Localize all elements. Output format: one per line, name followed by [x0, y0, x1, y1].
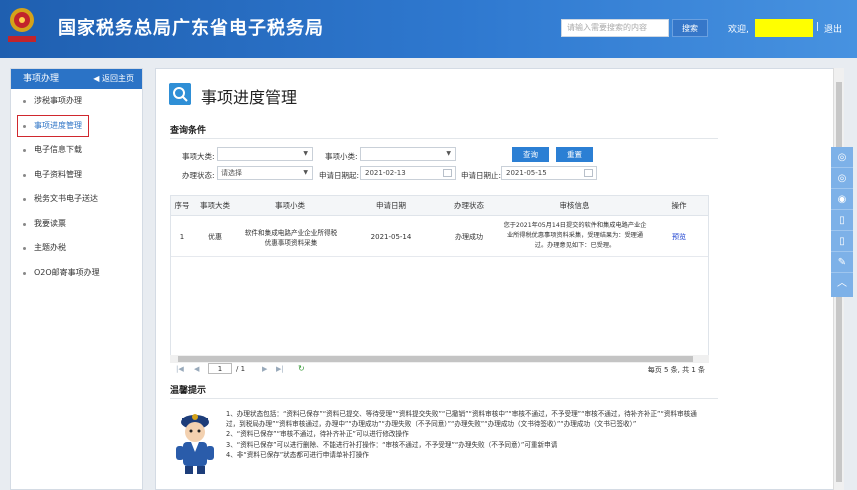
- query-button[interactable]: 查询: [512, 147, 549, 162]
- tip-item: 2、“资料已保存”“审核不通过，待补齐补正”可以进行修改操作: [226, 430, 409, 439]
- back-icon: ◀: [93, 74, 102, 83]
- header-separator: |: [816, 22, 820, 32]
- reset-button[interactable]: 重置: [556, 147, 593, 162]
- welcome-label: 欢迎,: [728, 25, 749, 35]
- tips-list: 1、办理状态包括：“资料已保存”“资料已提交、等待受理”“资料提交失败”“已撤销…: [226, 409, 708, 460]
- phone-icon[interactable]: ▯: [831, 210, 853, 231]
- divider: [170, 138, 718, 139]
- next-page-icon[interactable]: ▶: [262, 365, 267, 373]
- row-major: 优惠: [208, 233, 222, 241]
- horizontal-scrollbar[interactable]: [170, 355, 709, 363]
- tip-item: 4、非“资料已保存”状态都可进行申请单补打操作: [226, 450, 369, 459]
- column-header: 申请日期: [343, 196, 439, 216]
- divider: [170, 398, 718, 399]
- pager-summary: 每页 5 条, 共 1 条: [647, 366, 705, 374]
- officer-icon: [176, 414, 214, 474]
- site-title: 国家税务总局广东省电子税务局: [58, 18, 324, 39]
- chat-icon[interactable]: ◎: [831, 147, 853, 168]
- total-pages: / 1: [236, 365, 246, 373]
- calendar-icon: [584, 169, 593, 177]
- chevron-down-icon: ▼: [303, 169, 308, 176]
- tip-item: 3、“资料已保存”可以进行删除、不能进行补打操作：“审核不通过，不予受理”“办理…: [226, 440, 558, 449]
- row-date: 2021-05-14: [370, 233, 412, 241]
- chat-icon[interactable]: ◎: [831, 168, 853, 189]
- mobile-icon[interactable]: ▯: [831, 231, 853, 252]
- sidebar-title: 事项办理: [23, 74, 60, 84]
- sidebar-item-documents[interactable]: 电子资料管理: [11, 163, 142, 188]
- end-date-input[interactable]: 2021-05-15: [501, 166, 597, 180]
- end-date-label: 申请日期止:: [461, 171, 502, 180]
- minor-select[interactable]: ▼: [360, 147, 456, 161]
- prev-page-icon[interactable]: ◀: [194, 365, 199, 373]
- page-number-input[interactable]: 1: [208, 363, 232, 374]
- up-icon[interactable]: ︿: [831, 273, 853, 294]
- sidebar-item-tickets[interactable]: 我要读票: [11, 212, 142, 237]
- start-date-label: 申请日期起:: [319, 171, 360, 180]
- weibo-icon[interactable]: ◉: [831, 189, 853, 210]
- username-highlight: [755, 19, 813, 37]
- column-header: 事项大类: [193, 196, 237, 216]
- back-home-link[interactable]: ◀ 返回主页: [93, 69, 134, 89]
- sidebar-item-delivery[interactable]: 税务文书电子送达: [11, 187, 142, 212]
- row-status: 办理成功: [455, 233, 483, 241]
- page-title: 事项进度管理: [201, 88, 298, 107]
- row-minor: 软件和集成电路产业企业所得税优惠事项资料采集: [244, 229, 338, 247]
- major-select[interactable]: ▼: [217, 147, 313, 161]
- header-bar: 国家税务总局广东省电子税务局 请输入需要搜索的内容 搜索 欢迎, | 退出: [0, 0, 857, 58]
- search-icon: [169, 83, 191, 105]
- chevron-down-icon: ▼: [303, 150, 308, 157]
- row-number: 1: [179, 233, 185, 241]
- status-select[interactable]: 请选择 ▼: [217, 166, 313, 180]
- sidebar-item-download[interactable]: 电子信息下载: [11, 138, 142, 163]
- conditions-title: 查询条件: [170, 126, 207, 136]
- active-item-highlight: [17, 115, 89, 137]
- sidebar-item-tax-matters[interactable]: 涉税事项办理: [11, 89, 142, 114]
- preview-link[interactable]: 预览: [650, 217, 708, 257]
- search-button[interactable]: 搜索: [672, 19, 708, 37]
- tip-item: 1、办理状态包括：“资料已保存”“资料已提交、等待受理”“资料提交失败”“已撤销…: [226, 410, 697, 429]
- column-header: 操作: [650, 196, 708, 216]
- logout-link[interactable]: 退出: [824, 22, 842, 35]
- emblem-icon: [8, 8, 36, 42]
- minor-label: 事项小类:: [325, 152, 358, 161]
- floating-toolbar: ◎ ◎ ◉ ▯ ▯ ✎ ︿: [831, 147, 853, 297]
- results-table: 序号 事项大类 事项小类 申请日期 办理状态 审核信息 操作 1 优惠 软件和集…: [170, 195, 709, 363]
- sidebar-item-theme[interactable]: 主题办税: [11, 236, 142, 261]
- column-header: 事项小类: [237, 196, 343, 216]
- sidebar-heading: 事项办理 ◀ 返回主页: [11, 69, 142, 89]
- major-label: 事项大类:: [182, 152, 215, 161]
- chevron-down-icon: ▼: [446, 150, 451, 157]
- last-page-icon[interactable]: ▶|: [276, 365, 284, 373]
- first-page-icon[interactable]: |◀: [176, 365, 184, 373]
- edit-icon[interactable]: ✎: [831, 252, 853, 273]
- column-header: 序号: [171, 196, 193, 216]
- column-header: 办理状态: [439, 196, 499, 216]
- calendar-icon: [443, 169, 452, 177]
- main-panel: 事项进度管理 查询条件 事项大类: ▼ 事项小类: ▼ 查询 重置 办理状态: …: [155, 68, 834, 490]
- sidebar-item-o2o[interactable]: O2O邮寄事项办理: [11, 261, 142, 286]
- column-header: 审核信息: [499, 196, 650, 216]
- start-date-input[interactable]: 2021-02-13: [360, 166, 456, 180]
- scroll-thumb[interactable]: [178, 356, 693, 362]
- search-input[interactable]: 请输入需要搜索的内容: [561, 19, 669, 37]
- pager: |◀ ◀ 1 / 1 ▶ ▶| ↻ 每页 5 条, 共 1 条: [170, 363, 709, 377]
- tips-title: 温馨提示: [170, 386, 207, 396]
- row-review-info: 您于2021年05月14日提交的软件和集成电路产业企业所得税优惠事项资料采集，受…: [503, 222, 647, 249]
- refresh-icon[interactable]: ↻: [298, 364, 305, 373]
- status-label: 办理状态:: [182, 171, 215, 180]
